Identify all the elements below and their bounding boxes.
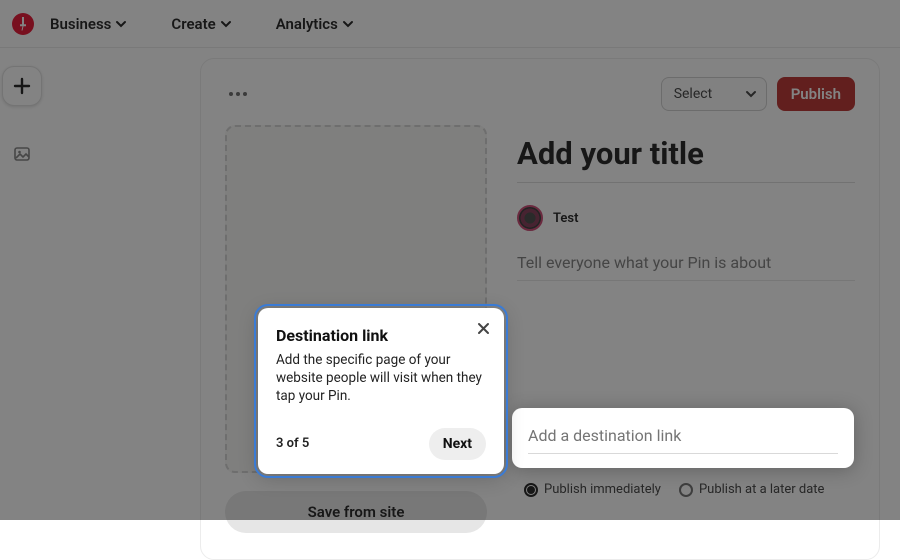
close-icon <box>477 320 490 339</box>
tour-title: Destination link <box>276 326 486 345</box>
tour-step-indicator: 3 of 5 <box>276 436 309 451</box>
tour-popover: Destination link Add the specific page o… <box>258 308 504 474</box>
destination-link-input[interactable] <box>528 422 838 454</box>
tour-next-button[interactable]: Next <box>429 428 486 460</box>
tour-close-button[interactable] <box>472 318 494 340</box>
destination-link-card <box>512 408 854 468</box>
tour-body: Add the specific page of your website pe… <box>276 351 486 406</box>
tour-footer: 3 of 5 Next <box>276 428 486 460</box>
